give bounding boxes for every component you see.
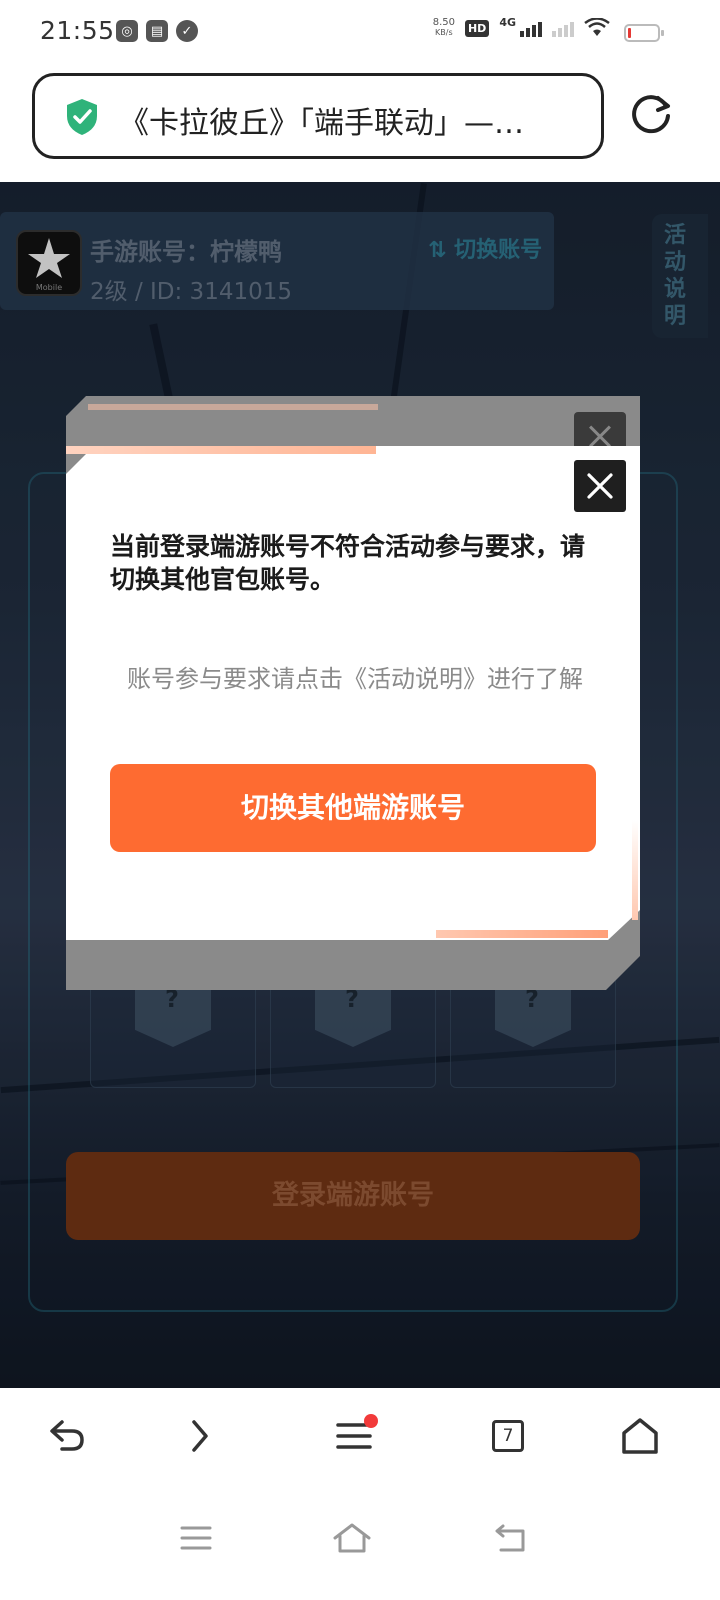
dialog-message: 当前登录端游账号不符合活动参与要求，请切换其他官包账号。 <box>110 532 586 594</box>
system-back-button[interactable] <box>480 1508 540 1568</box>
back-button[interactable] <box>38 1406 98 1466</box>
tabs-button[interactable]: 7 <box>478 1406 538 1466</box>
wifi-icon <box>584 18 610 36</box>
modal-accent-top <box>66 446 376 454</box>
switch-pc-account-button[interactable]: 切换其他端游账号 <box>110 764 596 852</box>
signal-icon <box>520 19 542 37</box>
close-dialog-button[interactable] <box>574 460 626 512</box>
modal-accent-bottom <box>436 930 608 938</box>
system-back-icon <box>495 1524 525 1552</box>
tab-count: 7 <box>492 1420 524 1452</box>
home-icon <box>622 1418 658 1454</box>
notification-icons: ◎ ▤ ✓ <box>116 20 198 42</box>
address-bar[interactable]: 《卡拉彼丘》「端手联动」—… <box>32 73 604 159</box>
check-notification-icon: ✓ <box>176 20 198 42</box>
menu-badge-dot <box>364 1414 378 1428</box>
status-time: 21:55 <box>40 16 115 45</box>
system-home-button[interactable] <box>322 1508 382 1568</box>
system-home-icon <box>333 1523 371 1553</box>
close-icon <box>587 473 613 499</box>
forward-button[interactable] <box>170 1406 230 1466</box>
inbox-notification-icon: ▤ <box>146 20 168 42</box>
network-type: 4G <box>499 16 516 29</box>
modal-back-accent <box>88 404 378 410</box>
net-speed: 8.50 KB/s <box>433 18 455 38</box>
home-button[interactable] <box>610 1406 670 1466</box>
recents-icon <box>180 1526 212 1550</box>
signal-2-icon <box>552 19 574 37</box>
page-title[interactable]: 《卡拉彼丘》「端手联动」—… <box>119 98 579 142</box>
recent-apps-button[interactable] <box>166 1508 226 1568</box>
status-bar: 21:55 ◎ ▤ ✓ 8.50 KB/s HD 4G <box>0 0 720 64</box>
shield-check-icon <box>67 99 97 135</box>
dialog-hint: 账号参与要求请点击《活动说明》进行了解 <box>127 665 583 693</box>
net-speed-value: 8.50 <box>432 17 455 28</box>
back-arrow-icon <box>50 1420 84 1451</box>
reload-icon[interactable] <box>628 92 674 138</box>
menu-button[interactable] <box>324 1406 384 1466</box>
forward-arrow-icon <box>192 1420 208 1452</box>
battery-icon <box>624 24 664 42</box>
hd-icon: HD <box>464 19 490 37</box>
system-navigation <box>0 1488 720 1600</box>
browser-toolbar: 7 <box>0 1388 720 1488</box>
net-speed-unit: KB/s <box>435 28 453 37</box>
app-notification-icon: ◎ <box>116 20 138 42</box>
modal-accent-right <box>632 820 638 920</box>
